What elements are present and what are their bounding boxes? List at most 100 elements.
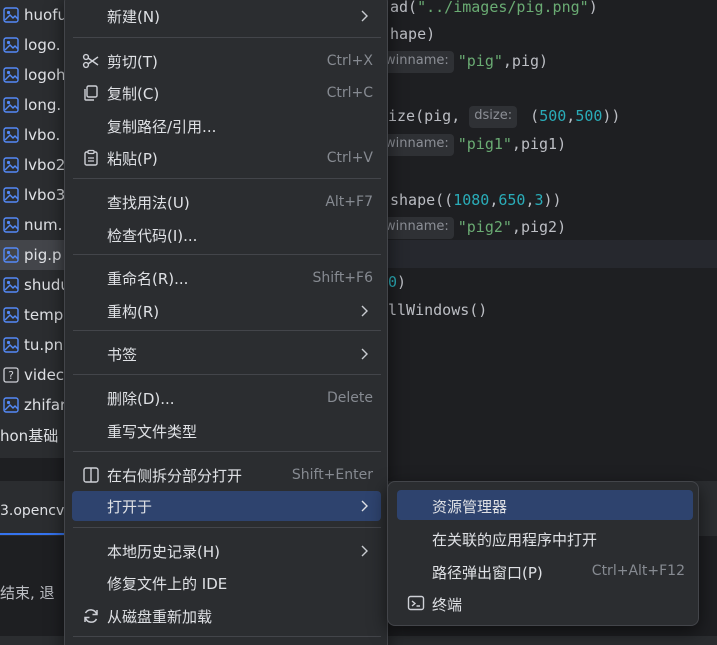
- menu-item-refactor[interactable]: 重构(R): [72, 296, 381, 326]
- file-name: videc: [24, 366, 64, 384]
- menu-separator: [73, 527, 381, 528]
- image-file-icon: [3, 7, 19, 23]
- code-line: shape((1080,650,3)): [390, 191, 562, 209]
- image-file-icon: [3, 247, 19, 263]
- code-line: winname: "pig",pig): [380, 47, 548, 75]
- chevron-right-icon: [361, 500, 368, 512]
- run-tab-underline: [0, 533, 64, 535]
- run-tab[interactable]: 3.opencv: [0, 503, 64, 519]
- file-tree-item[interactable]: lvbo2: [0, 150, 64, 180]
- menu-item-open-right-split[interactable]: 在右侧拆分部分打开 Shift+Enter: [72, 460, 381, 490]
- file-tree-item[interactable]: temp: [0, 300, 64, 330]
- code-line: hape): [390, 25, 436, 43]
- code-line: ize(pig, dsize: (500,500)): [388, 102, 620, 130]
- chevron-right-icon: [361, 348, 368, 360]
- submenu-item-terminal[interactable]: 终端: [397, 588, 693, 618]
- file-name: logoh: [24, 66, 64, 84]
- file-name: lvbo.: [24, 126, 61, 144]
- file-name: long.: [24, 96, 62, 114]
- menu-separator: [73, 37, 381, 38]
- file-tree-item[interactable]: lvbo3: [0, 180, 64, 210]
- image-file-icon: [3, 397, 19, 413]
- menu-item-new[interactable]: 新建(N): [72, 1, 381, 31]
- current-line-highlight: [380, 240, 717, 268]
- file-tree-item[interactable]: tu.pn: [0, 330, 64, 360]
- file-tree-item[interactable]: pig.p: [0, 240, 64, 270]
- file-name: lvbo2: [24, 156, 64, 174]
- chevron-right-icon: [361, 545, 368, 557]
- open-in-submenu: 资源管理器 在关联的应用程序中打开 路径弹出窗口(P) Ctrl+Alt+F12…: [387, 481, 699, 626]
- reload-icon: [84, 609, 98, 623]
- image-file-icon: [3, 37, 19, 53]
- file-tree-item[interactable]: shudu: [0, 270, 64, 300]
- file-name: pig.p: [24, 246, 62, 264]
- menu-item-paste[interactable]: 粘贴(P) Ctrl+V: [72, 143, 381, 173]
- menu-item-open-in[interactable]: 打开于: [72, 491, 381, 521]
- param-hint: winname:: [380, 50, 454, 73]
- menu-item-inspect-code[interactable]: 检查代码(I)...: [72, 220, 381, 250]
- image-file-icon: [3, 127, 19, 143]
- project-tree: huofu logo. logoh long. lvbo. lvbo2 lvbo3 num. p…: [0, 0, 64, 458]
- file-tree-item[interactable]: num.: [0, 210, 64, 240]
- menu-item-override-file-type[interactable]: 重写文件类型: [72, 416, 381, 446]
- file-tree-item[interactable]: ? videc: [0, 360, 64, 390]
- menu-separator: [73, 374, 381, 375]
- menu-item-local-history[interactable]: 本地历史记录(H): [72, 536, 381, 566]
- copy-icon: [84, 85, 98, 101]
- file-tree-item[interactable]: logoh: [0, 60, 64, 90]
- menu-separator: [73, 451, 381, 452]
- file-name: zhifar: [24, 396, 64, 414]
- image-file-icon: [3, 157, 19, 173]
- menu-item-rename[interactable]: 重命名(R)... Shift+F6: [72, 263, 381, 293]
- file-name: tu.pn: [24, 336, 64, 354]
- file-name: num.: [24, 216, 63, 234]
- submenu-item-explorer[interactable]: 资源管理器: [397, 490, 693, 520]
- image-file-icon: [3, 307, 19, 323]
- file-tree-item[interactable]: zhifar: [0, 390, 64, 420]
- chevron-right-icon: [361, 305, 368, 317]
- terminal-icon: [407, 595, 425, 611]
- menu-item-cut[interactable]: 剪切(T) Ctrl+X: [72, 46, 381, 76]
- image-file-icon: [3, 67, 19, 83]
- file-tree-item[interactable]: long.: [0, 90, 64, 120]
- image-file-icon: [3, 187, 19, 203]
- param-hint: dsize:: [469, 105, 518, 128]
- image-file-icon: [3, 97, 19, 113]
- image-file-icon: [3, 337, 19, 353]
- menu-item-copy-path[interactable]: 复制路径/引用...: [72, 111, 381, 141]
- menu-item-find-usages[interactable]: 查找用法(U) Alt+F7: [72, 187, 381, 217]
- console-output: 结束, 退: [0, 584, 55, 602]
- menu-item-copy[interactable]: 复制(C) Ctrl+C: [72, 78, 381, 108]
- image-file-icon: [3, 277, 19, 293]
- file-name: logo.: [24, 36, 61, 54]
- code-line: 0): [388, 273, 407, 291]
- param-hint: winname:: [380, 216, 454, 239]
- menu-item-delete[interactable]: 删除(D)... Delete: [72, 383, 381, 413]
- menu-separator: [73, 254, 381, 255]
- code-line: ad("../images/pig.png"): [390, 0, 598, 16]
- chevron-right-icon: [361, 10, 368, 22]
- submenu-item-path-popup[interactable]: 路径弹出窗口(P) Ctrl+Alt+F12: [397, 556, 693, 586]
- menu-separator: [73, 330, 381, 331]
- code-editor[interactable]: ad("../images/pig.png") hape) winname: "p…: [380, 0, 717, 480]
- param-hint: winname:: [380, 133, 454, 156]
- paste-icon: [84, 149, 98, 166]
- menu-separator: [73, 178, 381, 179]
- menu-item-bookmarks[interactable]: 书签: [72, 339, 381, 369]
- menu-item-repair-ide[interactable]: 修复文件上的 IDE: [72, 568, 381, 598]
- split-right-icon: [83, 467, 99, 483]
- scissors-icon: [82, 53, 99, 69]
- file-tree-item[interactable]: lvbo.: [0, 120, 64, 150]
- menu-item-reload-from-disk[interactable]: 从磁盘重新加载: [72, 601, 381, 631]
- code-line: winname: "pig1",pig1): [380, 130, 566, 158]
- project-context-menu: 新建(N) 剪切(T) Ctrl+X 复制(C) Ctrl+C 复制路径/引用.…: [64, 0, 388, 645]
- file-tree-item[interactable]: logo.: [0, 30, 64, 60]
- file-name: temp: [24, 306, 64, 324]
- submenu-item-associated-app[interactable]: 在关联的应用程序中打开: [397, 523, 693, 553]
- svg-text:?: ?: [8, 369, 14, 382]
- unknown-file-icon: ?: [3, 367, 19, 383]
- code-line: winname: "pig2",pig2): [380, 213, 566, 241]
- menu-separator: [73, 636, 381, 637]
- file-tree-item[interactable]: huofu: [0, 0, 64, 30]
- folder-item[interactable]: hon基础: [0, 422, 64, 450]
